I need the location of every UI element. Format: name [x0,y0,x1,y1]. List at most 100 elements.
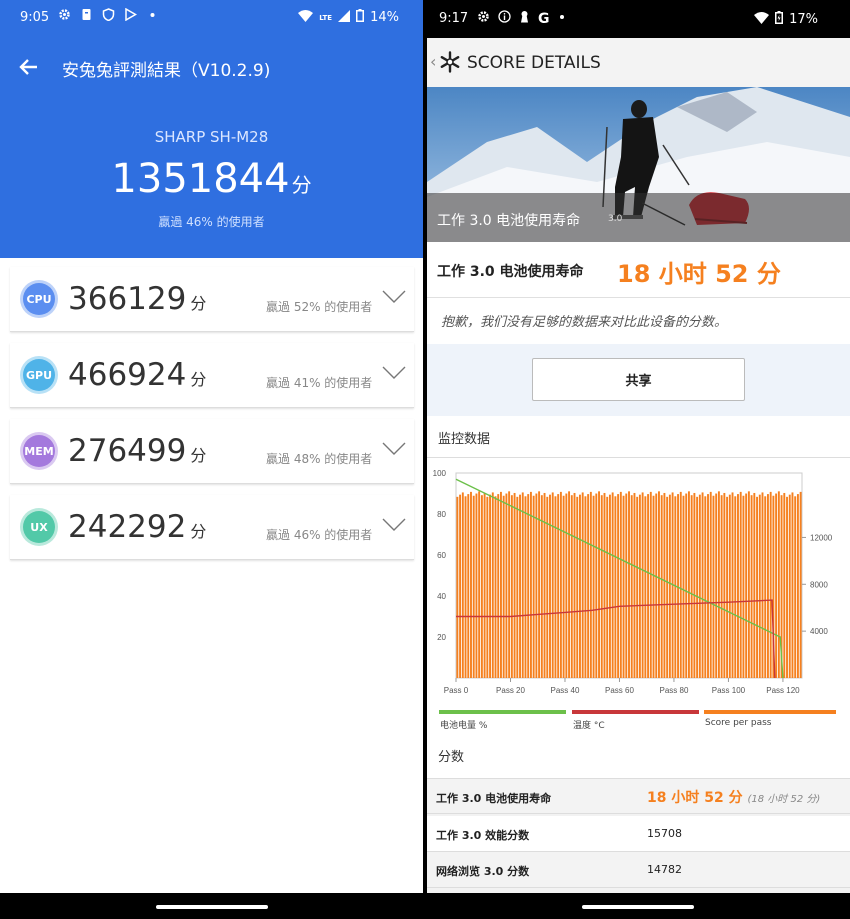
score-bar [630,495,633,678]
score-bar [668,494,671,678]
score-bar [535,493,538,678]
score-bar [579,494,581,678]
score-bar [693,492,696,678]
score-bar [491,492,494,678]
score-row-subvalue: (18 小时 52 分) [747,794,821,805]
score-bar [505,493,508,678]
score-bar [786,496,788,678]
score-bar [598,491,600,678]
share-button[interactable]: 共享 [532,358,745,401]
score-row-value: 14782 [647,863,682,876]
score-bar [478,491,481,678]
pcmark-screen: 9:17 G 17% ‹ SCORE DETAILS 工作 3.0 电池使用寿命… [427,0,850,919]
score-bar [500,491,502,678]
ux-badge: UX [20,508,58,546]
legend-swatch-score [704,710,836,714]
chevron-down-icon[interactable] [382,365,406,379]
score-unit: 分 [190,294,207,313]
score-bar [712,495,715,678]
score-row: 工作 3.0 电池使用寿命 18 小时 52 分 (18 小时 52 分) [427,778,850,814]
score-bar [745,493,748,678]
score-bar [698,494,701,678]
battery-icon [356,9,365,26]
subscore-number: 276499 [68,433,187,469]
subscore-value: 366129 分 [68,281,206,317]
wifi-icon [754,11,770,28]
score-bar [475,493,478,678]
score-bar [799,491,802,678]
subscore-card-gpu[interactable]: GPU 466924 分 贏過 41% 的使用者 [10,343,414,408]
score-bar [464,496,467,678]
home-gesture-bar[interactable] [582,905,694,909]
chevron-down-icon[interactable] [382,289,406,303]
score-bar [557,494,560,678]
subscore-beat: 贏過 52% 的使用者 [266,300,373,314]
score-bar [532,495,535,678]
score-bar [480,495,483,678]
score-bar [682,495,685,678]
monitor-chart-svg: 100 80 60 40 20 12000 8000 4000 Pass 0 Pass 20 Pas… [433,469,833,695]
score-bar [660,495,663,678]
score-bar [524,496,527,678]
settings-icon [477,10,490,27]
score-bar [622,495,625,678]
score-bar [647,494,650,678]
score-bar [756,496,758,678]
score-bar [791,492,794,678]
score-bar [617,494,620,678]
score-bar [562,495,565,678]
y-left-tick-label: 40 [437,592,446,601]
back-chevron-icon[interactable]: ‹ [430,52,436,71]
score-bar [687,491,690,678]
subscore-value: 242292 分 [68,509,206,545]
subscore-beat: 贏過 48% 的使用者 [266,452,373,466]
score-bar [603,492,606,678]
subscore-card-ux[interactable]: UX 242292 分 贏過 46% 的使用者 [10,495,414,560]
score-bar [758,494,761,678]
score-bar [737,494,739,678]
score-bar [527,494,530,678]
y-right-tick-label: 8000 [810,580,828,589]
score-bar [638,494,641,678]
score-bar [788,494,791,678]
battery-life-result: 工作 3.0 电池使用寿命 18 小时 52 分 [427,242,850,298]
chart-legend: 电池电量 % 温度 °C Score per pass [427,700,850,740]
score-bar [502,495,505,678]
battery-percent: 14% [370,10,399,25]
subscore-card-cpu[interactable]: CPU 366129 分 贏過 52% 的使用者 [10,267,414,332]
chevron-down-icon[interactable] [382,517,406,531]
hero-version: 3.0 [608,214,623,224]
score-bar [696,496,699,678]
score-bar [581,492,584,678]
snowflake-icon [439,51,461,73]
score-bar [739,491,742,678]
score-bar [600,495,603,678]
score-bar [459,494,462,678]
status-time: 9:17 [439,11,469,26]
score-bar [731,492,734,678]
subscore-number: 366129 [68,281,187,317]
chevron-down-icon[interactable] [382,441,406,455]
x-tick-label: Pass 100 [712,686,746,695]
score-bar [483,492,486,678]
result-value: 18 小时 52 分 [617,260,781,288]
back-arrow-icon[interactable] [18,56,40,78]
score-bar [742,495,745,678]
score-bar [652,495,655,678]
score-row-label: 工作 3.0 效能分数 [436,829,530,842]
score-bar [551,492,554,678]
score-bar [529,491,532,678]
device-name: SHARP SH-M28 [154,128,269,146]
subscore-card-mem[interactable]: MEM 276499 分 贏過 48% 的使用者 [10,419,414,484]
score-bar [666,496,669,678]
settings-icon [58,8,71,21]
score-bar [570,495,573,678]
score-bar [516,496,519,678]
score-bar [540,495,543,678]
score-bar [717,491,720,678]
score-bar [728,494,731,678]
subscore-value: 466924 分 [68,357,206,393]
score-bar [614,496,617,678]
home-gesture-bar[interactable] [156,905,268,909]
score-bar [723,492,726,678]
